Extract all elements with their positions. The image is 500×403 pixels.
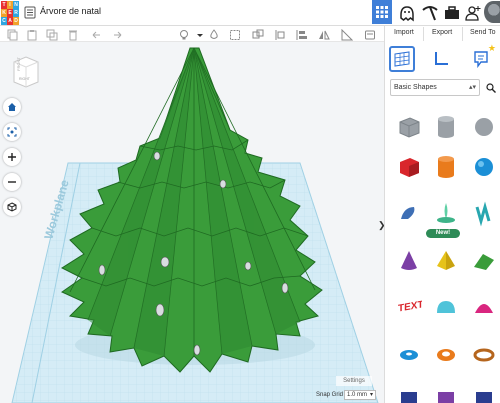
- shape-color-icon[interactable]: [208, 28, 220, 40]
- logo-letter: D: [13, 17, 19, 25]
- cube-perspective-icon: [7, 202, 17, 212]
- view-cube[interactable]: FRONT RIGHT: [11, 56, 41, 88]
- chevron-down-icon: ▴▾: [468, 84, 476, 91]
- light-bulb-icon[interactable]: [178, 28, 190, 40]
- top-bar: TINKERCAD Árvore de natal: [0, 0, 500, 26]
- svg-text:TEXT: TEXT: [398, 299, 422, 315]
- svg-text:FRONT: FRONT: [16, 57, 21, 71]
- add-user-icon[interactable]: [463, 3, 483, 23]
- design-list-icon[interactable]: [24, 6, 36, 19]
- ruler-icon[interactable]: [341, 28, 354, 41]
- undo-icon[interactable]: [90, 28, 102, 40]
- align-icon[interactable]: [296, 28, 308, 40]
- plus-icon: [8, 153, 16, 161]
- cone-shape[interactable]: [394, 246, 424, 276]
- pickaxe-icon[interactable]: [420, 3, 440, 23]
- star-icon: ★: [487, 43, 496, 53]
- snap-grid-value: 1.0 mm: [347, 392, 368, 398]
- minus-icon: [8, 181, 16, 183]
- redo-icon[interactable]: [112, 28, 124, 40]
- torus-shape[interactable]: [394, 340, 424, 370]
- grid-shapes-icon: [394, 51, 410, 67]
- ungroup-icon[interactable]: [274, 28, 286, 40]
- ruler-corner-icon: [435, 52, 448, 65]
- box-hole-shape[interactable]: [394, 112, 424, 142]
- text-shape[interactable]: TEXT: [394, 293, 424, 323]
- delete-icon[interactable]: [67, 28, 79, 41]
- home-view-button[interactable]: [3, 98, 21, 116]
- cylinder-hole-shape[interactable]: [431, 112, 461, 142]
- cylinder-shape[interactable]: [431, 152, 461, 182]
- avatar[interactable]: [484, 1, 500, 23]
- logo-letter: R: [13, 9, 19, 17]
- grid-view-icon: [376, 6, 388, 18]
- edit-toolbar: [0, 26, 384, 42]
- pyramid-shape[interactable]: [431, 246, 461, 276]
- workplane-canvas[interactable]: Workplane: [0, 42, 384, 403]
- view-cube-label: RIGHT: [19, 77, 31, 81]
- paste-icon[interactable]: [26, 28, 38, 41]
- more-shape[interactable]: [469, 384, 499, 403]
- grid-view-button[interactable]: [372, 0, 392, 24]
- hole-icon[interactable]: [229, 28, 241, 40]
- fit-view-button[interactable]: [3, 123, 21, 141]
- note-icon[interactable]: [364, 28, 376, 40]
- home-icon: [8, 103, 16, 111]
- half-sphere-shape[interactable]: [431, 293, 461, 323]
- divider: [462, 27, 463, 41]
- send-to-button[interactable]: Send To: [470, 29, 496, 36]
- export-button[interactable]: Export: [432, 29, 452, 36]
- document-title[interactable]: Árvore de natal: [40, 6, 101, 16]
- zoom-out-button[interactable]: [3, 173, 21, 191]
- fit-view-icon: [7, 127, 17, 137]
- search-icon: [486, 82, 496, 93]
- basic-shapes-category-tab[interactable]: [389, 46, 415, 72]
- briefcase-icon[interactable]: [442, 3, 462, 23]
- shape-library-value: Basic Shapes: [394, 84, 437, 91]
- settings-button[interactable]: Settings: [336, 376, 372, 386]
- tube-shape[interactable]: [431, 340, 461, 370]
- scribble-shape[interactable]: [394, 199, 424, 229]
- notes-category-tab[interactable]: ★: [468, 43, 496, 72]
- search-button[interactable]: [483, 79, 499, 96]
- tinkercad-logo[interactable]: TINKERCAD: [1, 1, 19, 25]
- copy-icon[interactable]: [6, 28, 18, 41]
- flip-icon[interactable]: [318, 28, 330, 40]
- group-icon[interactable]: [252, 28, 264, 40]
- sphere-hole-shape[interactable]: [469, 112, 499, 142]
- chevron-down-icon: ▾: [369, 392, 373, 398]
- panel-actions: Import Export Send To: [385, 26, 500, 42]
- more-shape[interactable]: [431, 384, 461, 403]
- text-shape-3d[interactable]: [469, 199, 499, 229]
- roof-shape[interactable]: [469, 246, 499, 276]
- ghost-sim-icon[interactable]: [397, 3, 417, 23]
- shape-library-select[interactable]: Basic Shapes ▴▾: [390, 79, 480, 96]
- ring-shape[interactable]: [469, 340, 499, 370]
- duplicate-icon[interactable]: [46, 28, 58, 41]
- 3d-viewport[interactable]: Workplane FRONT RIGHT ❯ Settings Snap Gr…: [0, 42, 384, 403]
- more-shape[interactable]: [394, 384, 424, 403]
- sphere-shape[interactable]: [469, 152, 499, 182]
- snap-grid-select[interactable]: 1.0 mm ▾: [344, 390, 376, 400]
- divider: [423, 27, 424, 41]
- dropdown-caret-icon[interactable]: [194, 28, 206, 40]
- zoom-in-button[interactable]: [3, 148, 21, 166]
- import-button[interactable]: Import: [394, 29, 414, 36]
- logo-letter: N: [13, 1, 19, 9]
- perspective-button[interactable]: [3, 198, 21, 216]
- paraboloid-shape[interactable]: [469, 293, 499, 323]
- box-shape[interactable]: [394, 152, 424, 182]
- favorite-shape[interactable]: [431, 199, 461, 229]
- snap-grid-label: Snap Grid: [316, 392, 344, 398]
- new-badge: New!: [426, 229, 460, 238]
- connectors-category-tab[interactable]: [428, 46, 454, 72]
